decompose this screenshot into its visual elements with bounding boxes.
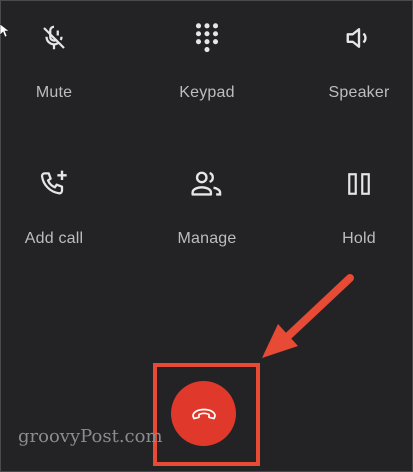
keypad-button[interactable]: Keypad (147, 2, 267, 112)
mic-off-icon (34, 18, 74, 58)
manage-button[interactable]: Manage (147, 148, 267, 258)
hold-button[interactable]: Hold (299, 148, 413, 258)
dialpad-icon (187, 18, 227, 58)
speaker-label: Speaker (328, 84, 390, 101)
hold-label: Hold (342, 230, 376, 247)
add-call-label: Add call (24, 230, 84, 247)
watermark-text: groovyPost.com (18, 426, 163, 447)
end-call-button[interactable] (171, 381, 236, 446)
annotation-arrow-icon (262, 274, 354, 358)
keypad-label: Keypad (179, 84, 235, 101)
add-call-button[interactable]: Add call (0, 148, 114, 258)
hang-up-icon (191, 408, 216, 419)
mute-label: Mute (35, 84, 73, 101)
mute-button[interactable]: Mute (0, 2, 114, 112)
volume-icon (339, 18, 379, 58)
people-icon (187, 164, 227, 204)
pause-icon (339, 164, 379, 204)
manage-label: Manage (177, 230, 237, 247)
speaker-button[interactable]: Speaker (299, 2, 413, 112)
add-call-icon (34, 164, 74, 204)
